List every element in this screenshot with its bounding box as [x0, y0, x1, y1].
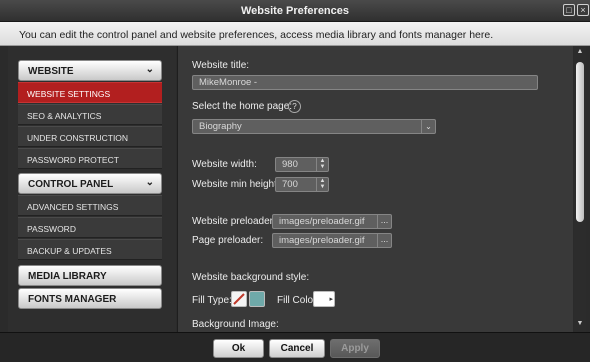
fill-color-picker[interactable]: ▸	[313, 291, 335, 307]
cancel-button[interactable]: Cancel	[269, 339, 325, 358]
website-min-height-label: Website min height:	[192, 179, 280, 190]
website-width-value: 980	[282, 159, 298, 170]
sidebar-item-password[interactable]: PASSWORD	[18, 217, 162, 238]
home-page-label: Select the home page:	[192, 101, 293, 112]
scroll-up-icon[interactable]: ▲	[574, 48, 586, 58]
website-title-label: Website title:	[192, 60, 250, 71]
page-preloader-value: images/preloader.gif	[279, 235, 365, 246]
section-fonts-manager[interactable]: FONTS MANAGER	[18, 288, 162, 309]
sidebar: WEBSITE ⌄ WEBSITE SETTINGS SEO & ANALYTI…	[8, 46, 176, 332]
sidebar-item-advanced-settings[interactable]: ADVANCED SETTINGS	[18, 195, 162, 216]
fill-type-label: Fill Type:	[192, 295, 232, 306]
section-website-label: WEBSITE	[28, 66, 74, 77]
chevron-down-icon: ⌄	[145, 64, 154, 75]
website-preloader-label: Website preloader:	[192, 216, 276, 227]
website-preloader-input[interactable]: images/preloader.gif ...	[272, 214, 392, 229]
vertical-scrollbar[interactable]: ▲ ▼	[574, 46, 586, 332]
section-website[interactable]: WEBSITE ⌄	[18, 60, 162, 81]
sidebar-item-label: PASSWORD	[27, 224, 76, 234]
website-min-height-value: 700	[282, 179, 298, 190]
sidebar-item-website-settings[interactable]: WEBSITE SETTINGS	[18, 82, 162, 103]
apply-button[interactable]: Apply	[330, 339, 380, 358]
scroll-down-icon[interactable]: ▼	[574, 320, 586, 330]
website-width-stepper[interactable]: 980 ▲ ▼	[275, 157, 329, 172]
website-title-value: MikeMonroe -	[199, 77, 258, 88]
sidebar-item-label: BACKUP & UPDATES	[27, 246, 112, 256]
section-media-library-label: MEDIA LIBRARY	[28, 271, 107, 282]
close-icon[interactable]: ×	[577, 4, 589, 16]
section-media-library[interactable]: MEDIA LIBRARY	[18, 265, 162, 286]
sidebar-item-password-protect[interactable]: PASSWORD PROTECT	[18, 148, 162, 169]
stepper-arrows-icon[interactable]: ▲ ▼	[316, 158, 328, 171]
sidebar-item-under-construction[interactable]: UNDER CONSTRUCTION	[18, 126, 162, 147]
sidebar-item-seo-analytics[interactable]: SEO & ANALYTICS	[18, 104, 162, 125]
home-page-select[interactable]: Biography ⌄	[192, 119, 436, 134]
title-bar: Website Preferences □ ×	[0, 0, 590, 22]
background-image-label: Background Image:	[192, 319, 279, 330]
chevron-right-icon: ▸	[329, 296, 333, 303]
browse-icon[interactable]: ...	[377, 215, 391, 228]
chevron-down-icon: ⌄	[421, 120, 435, 133]
ok-button[interactable]: Ok	[213, 339, 264, 358]
sidebar-item-label: PASSWORD PROTECT	[27, 155, 119, 165]
no-fill-icon[interactable]	[231, 291, 247, 307]
browse-icon[interactable]: ...	[377, 234, 391, 247]
section-fonts-manager-label: FONTS MANAGER	[28, 294, 117, 305]
maximize-icon[interactable]: □	[563, 4, 575, 16]
sidebar-item-backup-updates[interactable]: BACKUP & UPDATES	[18, 239, 162, 260]
website-preloader-value: images/preloader.gif	[279, 216, 365, 227]
sidebar-item-label: ADVANCED SETTINGS	[27, 202, 119, 212]
sidebar-item-label: UNDER CONSTRUCTION	[27, 133, 129, 143]
background-style-label: Website background style:	[192, 272, 310, 283]
solid-fill-icon[interactable]	[249, 291, 265, 307]
website-min-height-stepper[interactable]: 700 ▲ ▼	[275, 177, 329, 192]
page-preloader-label: Page preloader:	[192, 235, 264, 246]
help-icon[interactable]: ?	[288, 100, 301, 113]
home-page-value: Biography	[199, 121, 242, 132]
info-text: You can edit the control panel and websi…	[19, 29, 494, 41]
stepper-arrows-icon[interactable]: ▲ ▼	[316, 178, 328, 191]
info-bar: You can edit the control panel and websi…	[0, 22, 590, 46]
website-width-label: Website width:	[192, 159, 257, 170]
scroll-thumb[interactable]	[576, 62, 584, 222]
sidebar-item-label: SEO & ANALYTICS	[27, 111, 102, 121]
chevron-down-icon: ⌄	[145, 177, 154, 188]
page-preloader-input[interactable]: images/preloader.gif ...	[272, 233, 392, 248]
window-title: Website Preferences	[240, 5, 350, 17]
section-control-panel-label: CONTROL PANEL	[28, 179, 114, 190]
section-control-panel[interactable]: CONTROL PANEL ⌄	[18, 173, 162, 194]
website-title-input[interactable]: MikeMonroe -	[192, 75, 538, 90]
settings-panel: Website title: MikeMonroe - Select the h…	[177, 46, 573, 332]
sidebar-item-label: WEBSITE SETTINGS	[27, 89, 111, 99]
